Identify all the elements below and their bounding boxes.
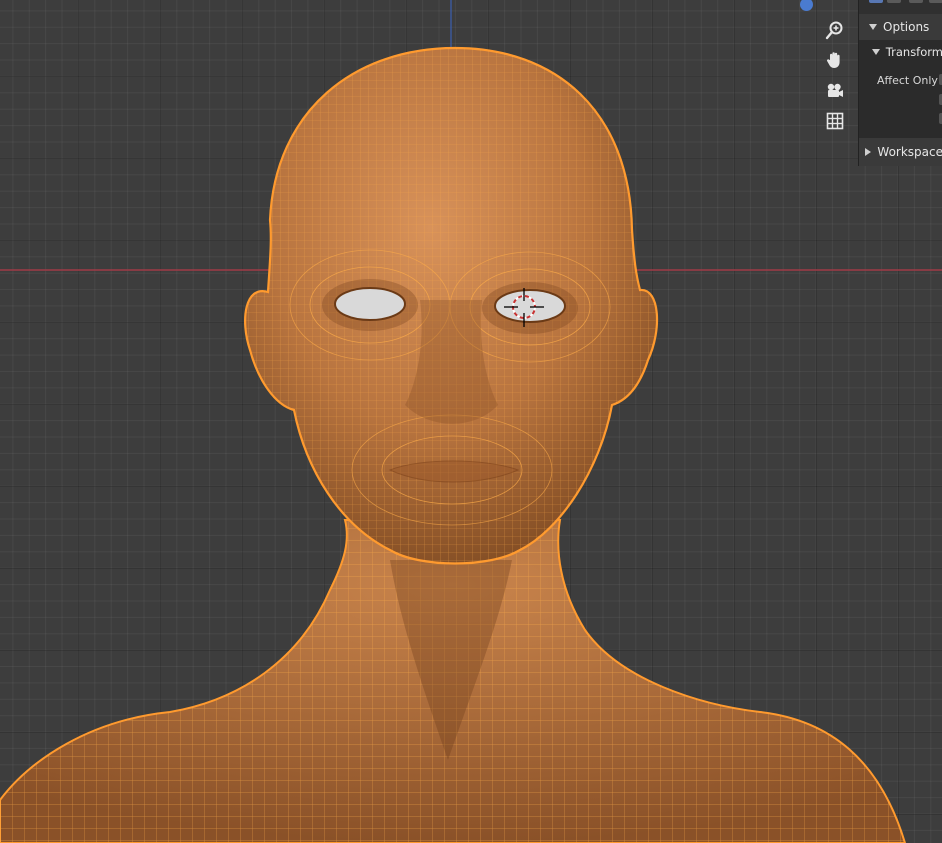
workspace-panel-header[interactable]: Workspace [859,138,942,166]
workspace-label: Workspace [877,145,942,159]
mode-button[interactable] [929,0,942,3]
affect-only-label: Affect Only [877,74,938,87]
collapse-arrow-icon [865,148,872,156]
transform-subpanel-header[interactable]: Transform [859,40,942,64]
model-view [0,0,942,843]
transform-label: Transform [885,45,942,59]
sidebar-panel: Options Transform Affect Only Workspace [858,0,942,166]
mode-button[interactable] [887,0,901,3]
3d-viewport[interactable] [0,0,942,843]
mode-button[interactable] [869,0,883,3]
expand-arrow-icon [871,49,880,55]
expand-arrow-icon [869,24,877,30]
left-eye [334,287,406,321]
pan-hand-icon[interactable] [820,46,850,74]
options-panel-header[interactable]: Options [859,14,942,40]
sidebar-toolbar [865,0,942,4]
options-label: Options [883,20,930,34]
zoom-icon[interactable] [820,16,850,44]
mode-button[interactable] [909,0,923,3]
camera-view-icon[interactable] [820,77,850,105]
orthographic-grid-icon[interactable] [820,107,850,135]
